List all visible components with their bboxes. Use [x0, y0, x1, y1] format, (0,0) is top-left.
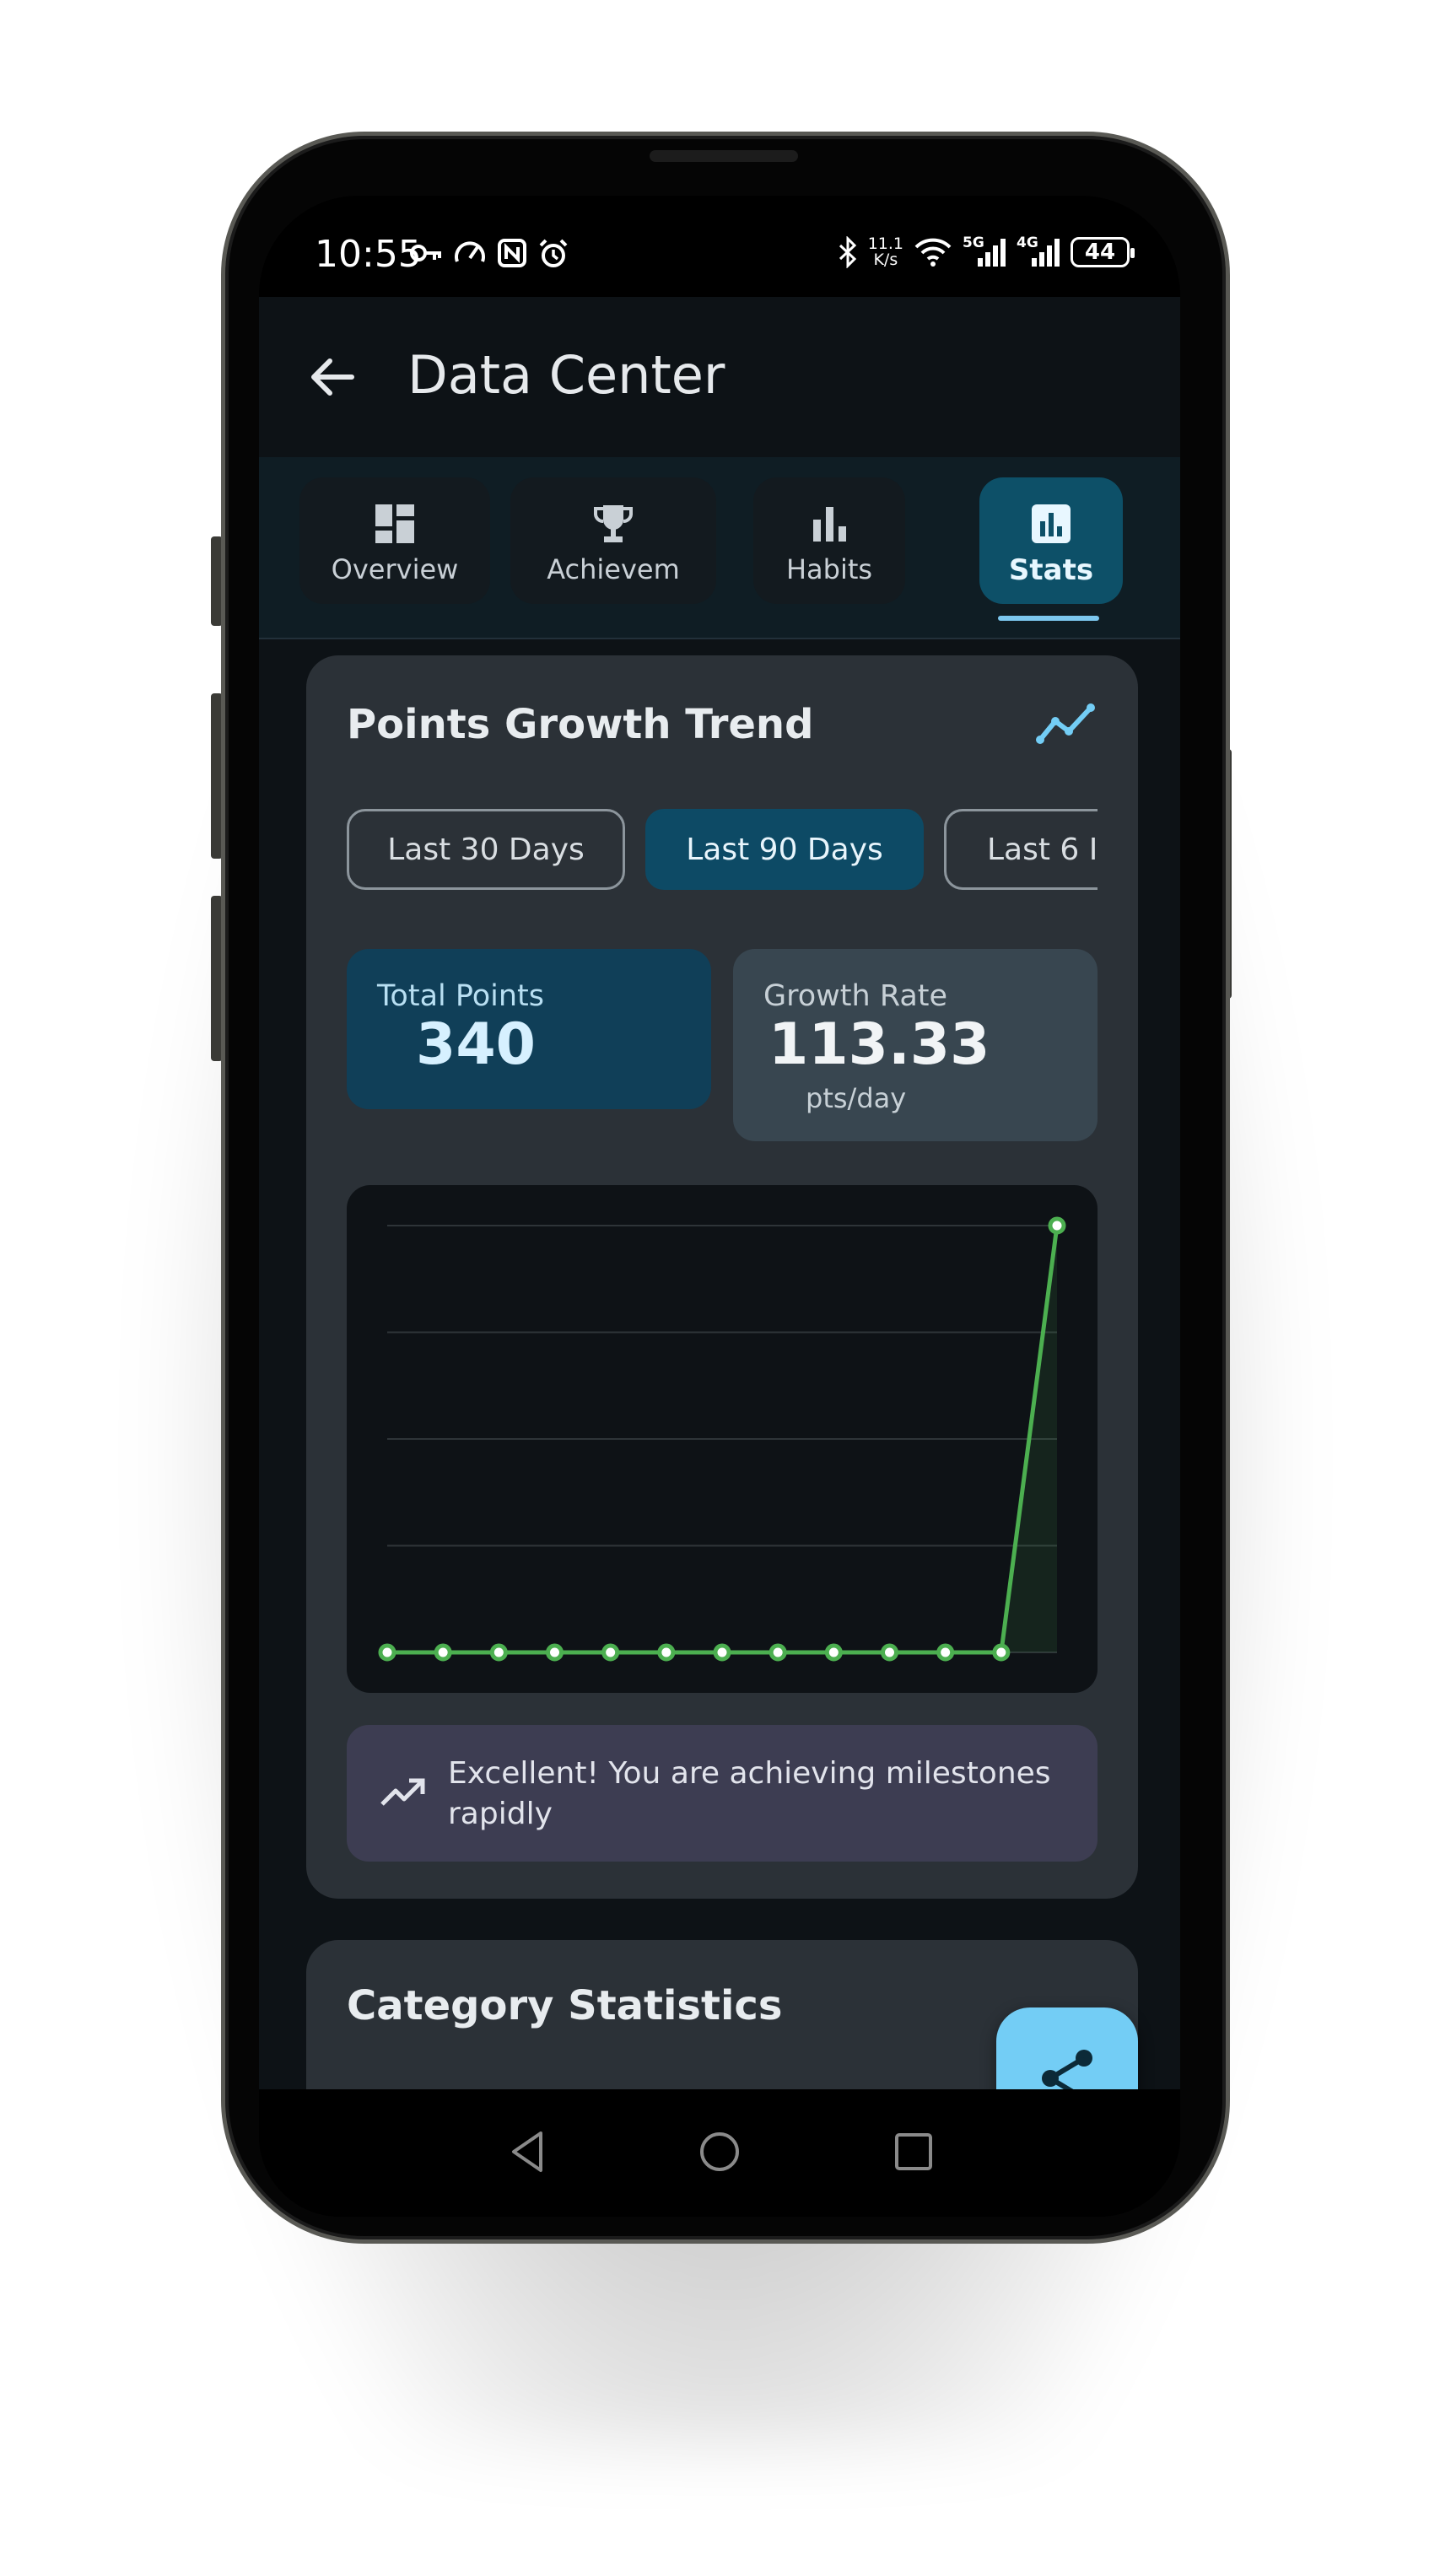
total-points-box: Total Points 340 — [347, 949, 711, 1109]
chart-canvas — [378, 1216, 1066, 1662]
growth-rate-value: 113.33 — [769, 1011, 990, 1078]
stats-icon — [1032, 504, 1071, 543]
growth-rate-label: Growth Rate — [763, 979, 948, 1013]
card-title: Points Growth Trend — [347, 701, 814, 748]
tab-stats[interactable]: Stats — [979, 477, 1123, 604]
trophy-icon — [594, 505, 633, 542]
chart-point — [713, 1643, 731, 1662]
network-speed: 11.1 K/s — [868, 236, 903, 268]
total-points-value: 340 — [416, 1011, 536, 1078]
chip-last-6-months[interactable]: Last 6 I — [944, 809, 1098, 890]
dashboard-icon — [375, 504, 414, 543]
active-tab-indicator — [998, 616, 1099, 621]
phone-screen: 10:55 11.1 K/s 5G 4G 44 Data Center Over… — [259, 196, 1180, 2217]
nav-back-icon[interactable] — [504, 2126, 554, 2177]
growth-rate-unit: pts/day — [806, 1082, 907, 1114]
system-nav-bar — [259, 2089, 1180, 2217]
chart-point — [546, 1643, 564, 1662]
battery-indicator: 44 — [1071, 237, 1135, 267]
earpiece-speaker — [650, 150, 798, 162]
trend-line-icon — [1036, 703, 1095, 744]
signal-4g: 4G — [1017, 234, 1060, 268]
total-points-label: Total Points — [377, 979, 545, 1013]
points-growth-card: Points Growth Trend Last 30 Days Last 90… — [306, 655, 1138, 1899]
nav-recents-icon[interactable] — [888, 2126, 939, 2177]
growth-rate-box: Growth Rate 113.33 pts/day — [733, 949, 1098, 1141]
chart-point — [657, 1643, 676, 1662]
tab-label: Habits — [785, 553, 873, 585]
key-icon — [410, 245, 441, 261]
page-title: Data Center — [407, 344, 725, 406]
share-fab[interactable] — [996, 2007, 1138, 2089]
trending-up-icon — [380, 1778, 425, 1806]
chart-point — [601, 1643, 620, 1662]
bar-chart-icon — [813, 507, 846, 542]
speedometer-icon — [455, 241, 485, 262]
status-time: 10:55 — [315, 233, 422, 276]
tab-habits[interactable]: Habits — [753, 477, 905, 604]
chart-point — [992, 1643, 1011, 1662]
feedback-text: Excellent! You are achieving milestones … — [448, 1756, 1051, 1831]
chart-point — [881, 1643, 898, 1662]
chart-point — [378, 1643, 396, 1662]
signal-bars-icon — [1032, 239, 1060, 267]
feedback-message: Excellent! You are achieving milestones … — [347, 1725, 1098, 1862]
chart-point — [1048, 1216, 1066, 1235]
net-speed-unit: K/s — [873, 251, 898, 269]
app-content: Data Center Overview Achievem Habits Sta… — [259, 297, 1180, 2089]
chart-point — [769, 1643, 787, 1662]
status-right-icons: 11.1 K/s 5G 4G 44 — [838, 234, 1135, 268]
card-title: Category Statistics — [347, 1982, 783, 2029]
chart-point — [824, 1643, 843, 1662]
status-bar: 10:55 11.1 K/s 5G 4G 44 — [259, 196, 1180, 297]
wifi-icon — [914, 238, 952, 267]
tab-label: Achievem — [547, 553, 680, 585]
nav-home-icon[interactable] — [694, 2126, 745, 2177]
nfc-icon — [498, 239, 526, 267]
signal-5g: 5G — [963, 234, 1006, 268]
tab-bar: Overview Achievem Habits Stats — [259, 457, 1180, 639]
chart-point — [434, 1643, 452, 1662]
chart-point — [489, 1643, 508, 1662]
bluetooth-icon — [839, 236, 856, 268]
back-arrow-icon[interactable] — [306, 351, 359, 403]
points-trend-chart — [347, 1185, 1098, 1693]
tab-label: Overview — [331, 553, 459, 585]
top-app-bar: Data Center — [259, 297, 1180, 457]
tab-achievements[interactable]: Achievem — [510, 477, 716, 604]
chart-point — [936, 1643, 955, 1662]
tab-label: Stats — [1008, 553, 1094, 587]
alarm-icon — [539, 239, 568, 267]
share-icon — [1042, 2050, 1092, 2089]
status-left-icons — [409, 238, 569, 270]
tab-overview[interactable]: Overview — [299, 477, 490, 604]
chip-last-30-days[interactable]: Last 30 Days — [347, 809, 625, 890]
chip-last-90-days[interactable]: Last 90 Days — [645, 809, 924, 890]
signal-bars-icon — [978, 239, 1006, 267]
